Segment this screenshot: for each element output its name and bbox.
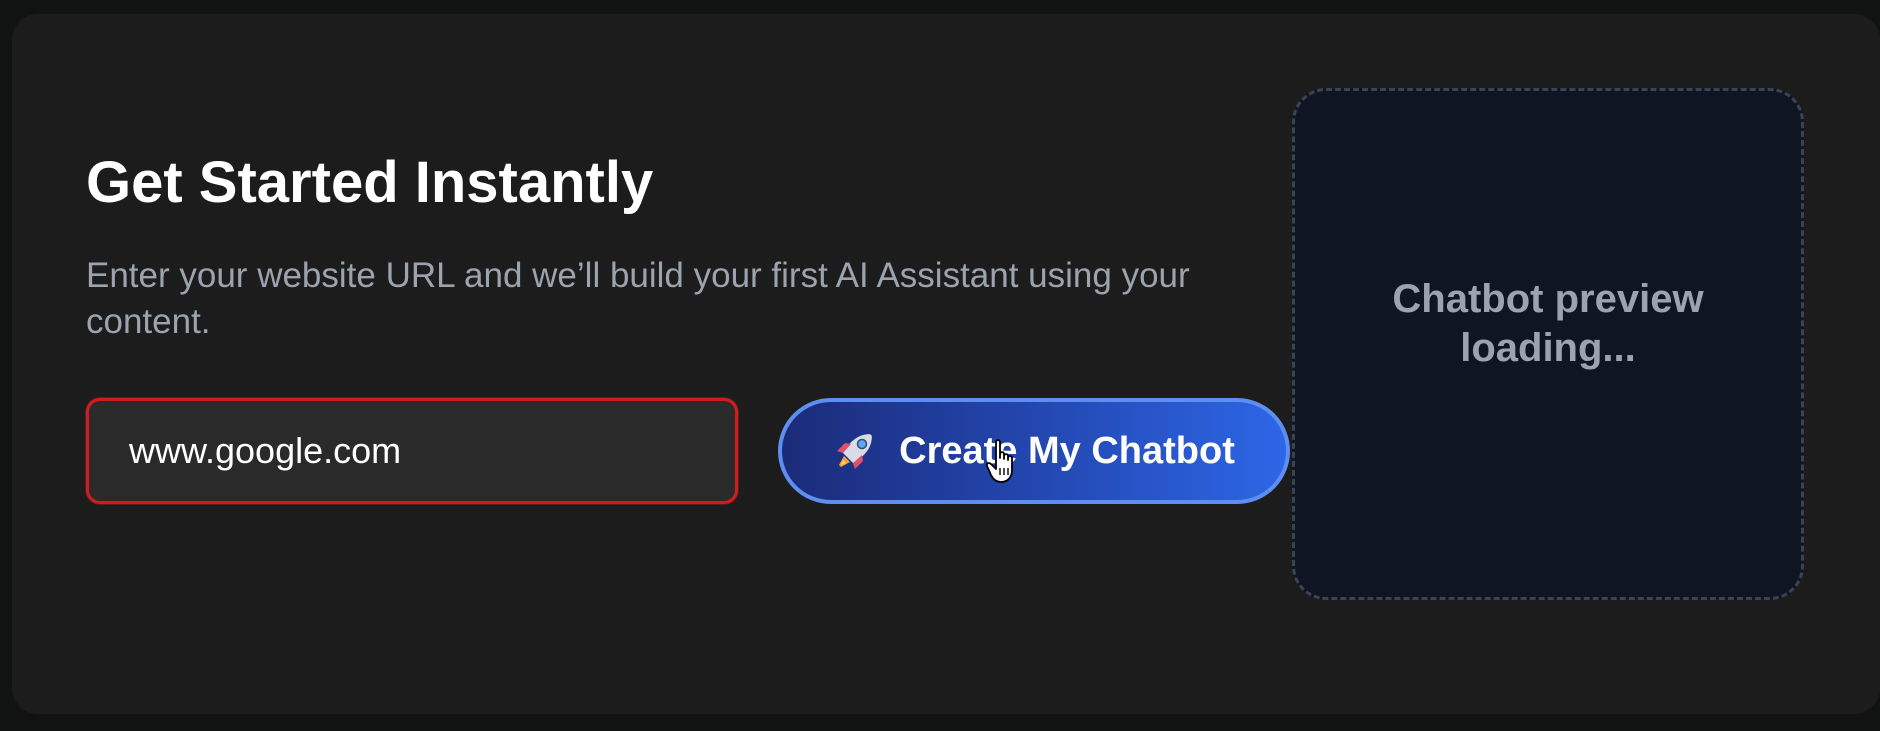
create-chatbot-button-label: Create My Chatbot [899,429,1235,472]
page-title: Get Started Instantly [86,150,654,215]
preview-loading-text: Chatbot preview loading... [1392,277,1704,370]
chatbot-preview-panel: Chatbot preview loading... [1292,88,1804,600]
website-url-input[interactable] [86,398,738,504]
page-subtitle: Enter your website URL and we’ll build y… [86,256,1190,341]
create-chatbot-button[interactable]: Create My Chatbot [778,398,1290,504]
rocket-icon [833,429,877,473]
